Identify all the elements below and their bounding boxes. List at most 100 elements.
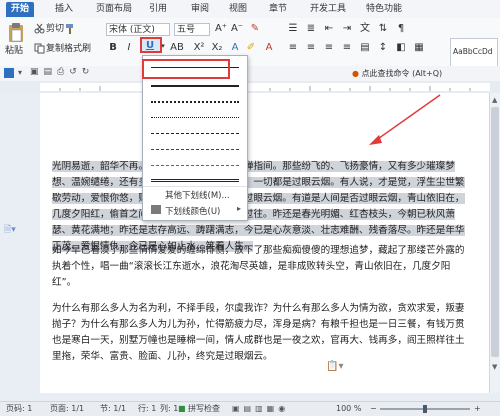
align-left-icon[interactable]: ≡ [286,41,300,55]
shrink-font-icon[interactable]: A⁻ [230,22,244,36]
subscript-icon[interactable]: X₂ [210,41,224,55]
zoom-slider-handle[interactable] [423,405,427,413]
more-underlines-item[interactable]: 其他下划线(M)... [165,189,230,201]
decrease-indent-icon[interactable]: ⇤ [322,22,336,36]
menu-divider [143,186,247,187]
zoom-in-icon[interactable]: + [474,402,481,416]
style-preview-text: AaBbCcDd [453,47,493,56]
underline-color-item[interactable]: 下划线颜色(U) [165,205,220,217]
paste-icon[interactable] [6,22,26,44]
cut-button[interactable]: 剪切 [34,22,64,36]
underline-style-dashed[interactable] [149,128,241,140]
underline-style-menu: 其他下划线(M)... 下划线颜色(U) ▸ [142,55,248,221]
row-status[interactable]: 行: 1 [138,402,156,416]
italic-icon[interactable]: I [122,41,136,55]
section-status[interactable]: 节: 1/1 [100,402,126,416]
zoom-out-icon[interactable]: − [370,402,377,416]
underline-style-dotted[interactable] [149,96,241,108]
horizontal-ruler[interactable] [0,81,500,93]
increase-indent-icon[interactable]: ⇥ [340,22,354,36]
shading-icon[interactable]: ◧ [394,41,408,55]
zoom-level[interactable]: 100 % [336,402,361,416]
status-bar: 页码: 1 页面: 1/1 节: 1/1 行: 1 列: 1 ■ 拼写检查 ▣▤… [0,401,500,416]
scissors-icon [34,23,45,34]
underline-style-dotted-fine[interactable] [149,112,241,124]
annotation-arrow-icon [369,94,441,145]
quick-tools-icon[interactable]: ▣▤⎙↺↻ [30,67,94,77]
underline-style-dash-dot[interactable] [149,144,241,156]
strikethrough-icon[interactable]: AB [170,41,184,55]
borders-icon[interactable]: ▦ [412,41,426,55]
sort-icon[interactable]: ⇅ [376,22,390,36]
font-name-select[interactable]: 宋体 (正文) [106,23,170,36]
tab-features[interactable]: 特色功能 [362,2,406,17]
align-center-icon[interactable]: ≡ [304,41,318,55]
vertical-scrollbar[interactable]: ▲ ▼ [489,93,500,393]
tab-insert[interactable]: 插入 [52,2,76,17]
format-painter-icon-button[interactable] [64,22,76,36]
tab-review[interactable]: 审阅 [188,2,212,17]
page-number-status[interactable]: 页码: 1 [6,402,32,416]
pages-status[interactable]: 页面: 1/1 [50,402,84,416]
bold-icon[interactable]: B [106,41,120,55]
underline-color-icon [151,205,161,214]
paragraph-1[interactable]: 光阴易逝，韶华不再。时光如白驹过隙，仿佛弹指间。那些纷飞的、飞扬豪情，又有多少璀… [52,159,470,255]
underline-style-dash-dot-dot[interactable] [149,160,241,172]
spell-check-icon[interactable]: ■ [178,402,186,416]
scrollbar-thumb[interactable] [491,107,499,357]
justify-icon[interactable]: ≡ [340,41,354,55]
tab-sections[interactable]: 章节 [266,2,290,17]
font-size-select[interactable]: 五号 [174,23,210,36]
numbered-list-icon[interactable]: ≣ [304,22,318,36]
distribute-icon[interactable]: ▤ [358,41,372,55]
paragraph-1-text: 光阴易逝，韶华不再。时光如白驹过隙，仿佛弹指间。那些纷飞的、飞扬豪情，又有多少璀… [52,161,465,252]
text-effect-icon[interactable]: A [228,41,242,55]
location-pin-icon: ● [352,69,359,78]
tab-home[interactable]: 开始 [6,2,34,17]
superscript-icon[interactable]: X² [192,41,206,55]
cut-label: 剪切 [46,24,65,34]
font-color-icon[interactable]: A [262,41,276,55]
menu-bar: 开始 插入 页面布局 引用 审阅 视图 章节 开发工具 特色功能 [0,0,500,19]
tab-references[interactable]: 引用 [146,2,170,17]
paragraph-2-text: 如今早已看淡了那些情情爱爱的缠绵悱恻，放下了那些痴痴傻傻的理想追梦，藏起了那缕芒… [52,245,465,288]
paragraph-3[interactable]: 为什么有那么多人为名为利，不择手段，尔虞我诈？为什么有那么多人为情为欲，贪欢求爱… [52,301,470,365]
line-spacing-icon[interactable]: ↕ [376,41,390,55]
format-painter-button[interactable]: 格式刷 [64,42,91,56]
submenu-arrow-icon: ▸ [237,204,242,213]
underline-dropdown-chevron-icon[interactable]: ▾ [156,39,170,53]
tab-developer[interactable]: 开发工具 [306,2,350,17]
selected-style-highlight-box [142,59,230,79]
underline-style-double[interactable] [149,174,241,186]
underline-style-thick[interactable] [149,80,241,92]
scroll-up-icon[interactable]: ▲ [492,96,497,104]
chinese-layout-icon[interactable]: 文 [358,22,372,36]
command-search-text: 点此查找命令 (Alt+Q) [361,69,443,78]
paste-button[interactable]: 粘贴 [5,44,23,58]
view-mode-icons[interactable]: ▣▤▥▦◉ [232,402,289,416]
wps-logo-icon [4,68,14,78]
quick-access-bar: ▾ ▣▤⎙↺↻ ● 点此查找命令 (Alt+Q) [0,66,500,82]
copy-icon [34,43,45,54]
paragraph-3-text: 为什么有那么多人为名为利，不择手段，尔虞我诈？为什么有那么多人为情为欲，贪欢求爱… [52,303,465,362]
copy-label: 复制 [46,44,65,54]
tab-view[interactable]: 视图 [226,2,250,17]
tab-page-layout[interactable]: 页面布局 [92,2,136,17]
scroll-down-icon[interactable]: ▼ [492,363,497,371]
paragraph-2[interactable]: 如今早已看淡了那些情情爱爱的缠绵悱恻，放下了那些痴痴傻傻的理想追梦，藏起了那缕芒… [52,243,470,291]
show-marks-icon[interactable]: ¶ [394,22,408,36]
grow-font-icon[interactable]: A⁺ [214,22,228,36]
col-status[interactable]: 列: 1 [160,402,178,416]
page-side-icon[interactable]: 🗎▾ [4,222,16,238]
spell-check-status[interactable]: 拼写检查 [188,402,220,416]
bullet-list-icon[interactable]: ☰ [286,22,300,36]
highlight-icon[interactable]: ✐ [244,41,258,55]
document-page[interactable]: 光阴易逝，韶华不再。时光如白驹过隙，仿佛弹指间。那些纷飞的、飞扬豪情，又有多少璀… [40,93,490,393]
clear-format-icon[interactable]: ✎ [248,22,262,36]
brush-icon [64,23,75,34]
paste-options-icon[interactable]: 📋▾ [326,361,343,372]
align-right-icon[interactable]: ≡ [322,41,336,55]
copy-button[interactable]: 复制 [34,42,64,56]
menu-chevron-icon[interactable]: ▾ [18,68,22,77]
command-search[interactable]: ● 点此查找命令 (Alt+Q) [352,68,442,79]
